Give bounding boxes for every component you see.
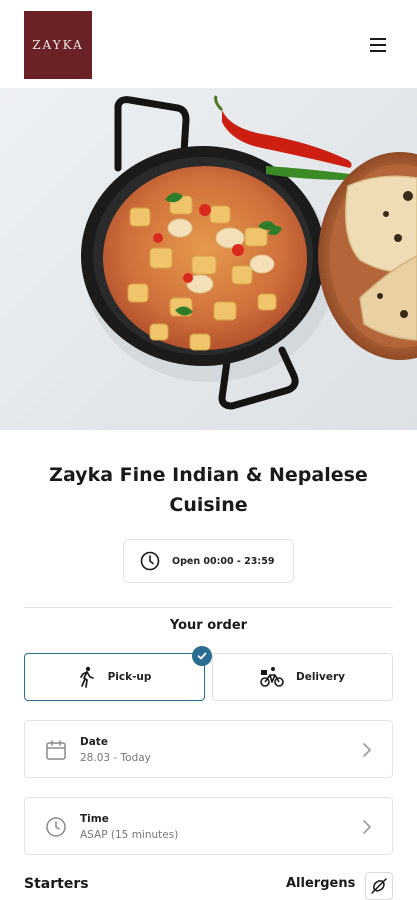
calendar-icon	[46, 740, 66, 760]
time-value: ASAP (15 minutes)	[80, 829, 179, 841]
time-label: Time	[80, 813, 109, 825]
delivery-label: Delivery	[295, 671, 346, 683]
your-order-label: Your order	[169, 618, 248, 633]
section-title-starters: Starters	[24, 876, 89, 892]
bicycle-courier-icon	[260, 667, 284, 687]
date-value: 28.03 - Today	[80, 752, 151, 764]
hamburger-menu-icon[interactable]	[364, 34, 392, 56]
zayka-logo[interactable]: ZAYKA	[24, 11, 92, 79]
time-selector[interactable]: Time ASAP (15 minutes)	[24, 797, 393, 855]
pickup-label: Pick-up	[107, 671, 152, 683]
allergen-filter-icon[interactable]	[365, 872, 393, 900]
chevron-right-icon	[363, 820, 371, 834]
logo-text: ZAYKA	[32, 38, 84, 52]
restaurant-name: Zayka Fine Indian & Nepalese Cuisine	[49, 464, 368, 516]
pickup-option[interactable]: Pick-up	[24, 646, 212, 701]
delivery-option[interactable]: Delivery	[212, 653, 393, 701]
clock-icon	[46, 817, 66, 837]
selected-check-icon	[192, 646, 212, 666]
date-label: Date	[80, 736, 108, 748]
opening-hours-badge: Open 00:00 - 23:59	[123, 539, 294, 583]
chevron-right-icon	[363, 743, 371, 757]
app-header: ZAYKA	[0, 0, 417, 88]
date-selector[interactable]: Date 28.03 - Today	[24, 720, 393, 778]
clock-icon	[140, 551, 160, 571]
opening-hours-text: Open 00:00 - 23:59	[172, 555, 275, 567]
hero-image	[0, 88, 417, 430]
curry-dish-illustration	[81, 95, 417, 410]
divider	[24, 607, 393, 608]
walking-person-icon	[79, 666, 94, 688]
allergens-link[interactable]: Allergens	[286, 876, 355, 891]
